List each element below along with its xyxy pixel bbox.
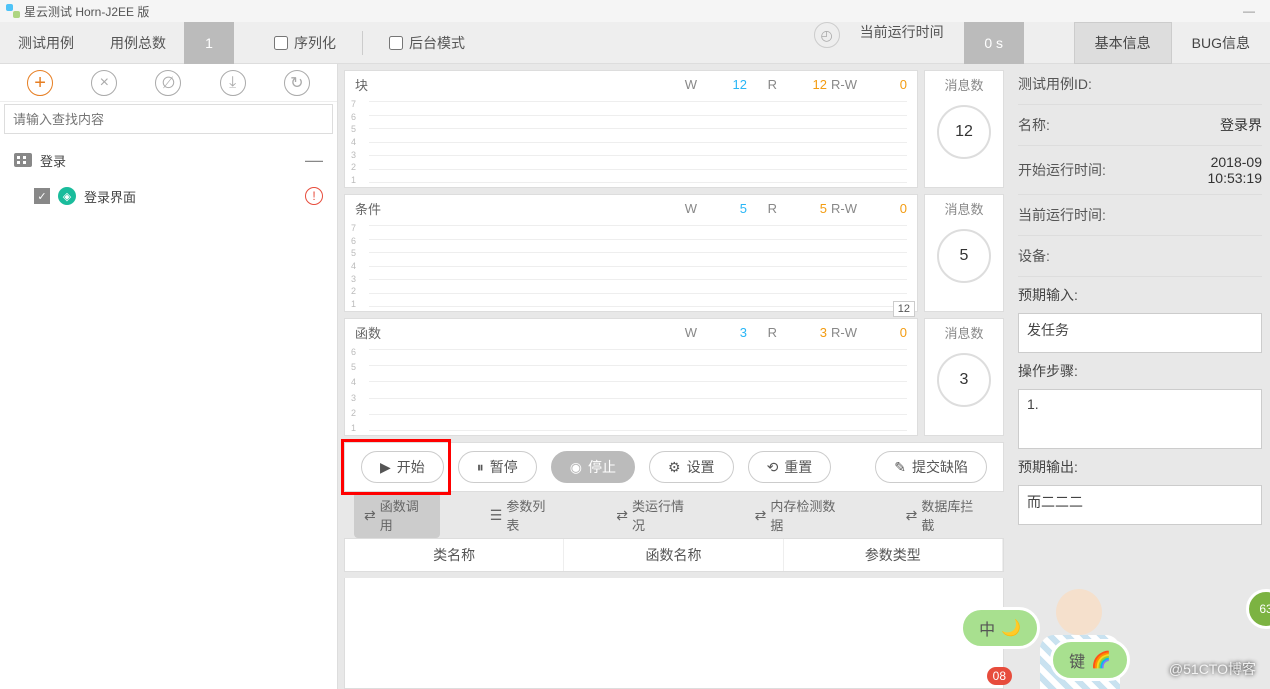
subtab-db[interactable]: ⇄数据库拦截: [896, 492, 994, 538]
titlebar: 星云测试 Horn-J2EE 版 —: [0, 0, 1270, 22]
label-testcase-id: 测试用例ID:: [1018, 74, 1262, 94]
metric-function: 函数 W3 R3 R-W0 654321 消息数 3: [344, 318, 1004, 436]
subtabs: ⇄函数调用 ☰参数列表 ⇄类运行情况 ⇄内存检测数据 ⇄数据库拦截: [344, 498, 1004, 532]
tab-bug-info[interactable]: BUG信息: [1172, 22, 1270, 64]
condition-chart: 7654321 12: [345, 221, 917, 311]
col-param-type: 参数类型: [784, 539, 1003, 571]
tree-group[interactable]: 登录 —: [0, 142, 337, 178]
folder-icon: [14, 153, 32, 167]
expected-output-box[interactable]: 而二二二: [1018, 485, 1262, 525]
separator: [362, 31, 363, 55]
subtab-func-call[interactable]: ⇄函数调用: [354, 492, 440, 538]
submit-defect-button[interactable]: ✎提交缺陷: [875, 451, 987, 483]
rainbow-icon: 🌈: [1091, 650, 1111, 670]
tree-item-label: 登录界面: [84, 187, 136, 206]
edit-icon: ✎: [894, 459, 906, 476]
label-expected-output: 预期输出:: [1018, 457, 1262, 477]
control-bar: ▶开始 ⏸暂停 ◉停止 ⚙设置 ⟲重置 ✎提交缺陷: [344, 442, 1004, 492]
refresh-button[interactable]: ↻: [284, 70, 310, 96]
app-logo-icon: [6, 4, 20, 18]
page-icon: ◈: [58, 187, 76, 205]
clock-icon: ◴: [814, 22, 840, 48]
subtab-mem[interactable]: ⇄内存检测数据: [745, 492, 856, 538]
background-checkbox[interactable]: 后台模式: [389, 33, 465, 53]
app-title: 星云测试 Horn-J2EE 版: [24, 3, 149, 20]
search-input-wrapper: [4, 104, 333, 134]
delete-button[interactable]: ×: [91, 70, 117, 96]
play-icon: ▶: [380, 459, 391, 476]
list-icon: ⇄: [906, 507, 918, 524]
total-label: 用例总数: [92, 33, 184, 53]
table-body: [344, 578, 1004, 689]
minimize-icon[interactable]: —: [1234, 4, 1264, 18]
tree-item[interactable]: ✓ ◈ 登录界面 !: [0, 178, 337, 214]
list-icon: ☰: [490, 507, 503, 524]
label-expected-input: 预期输入:: [1018, 285, 1262, 305]
reset-button[interactable]: ⟲重置: [748, 451, 832, 483]
start-button[interactable]: ▶开始: [361, 451, 444, 483]
pause-button[interactable]: ⏸暂停: [458, 451, 537, 483]
ime-bubble[interactable]: 中🌙: [960, 607, 1040, 649]
serialize-checkbox[interactable]: 序列化: [274, 33, 336, 53]
edit-button[interactable]: ∅: [155, 70, 181, 96]
sidebar: + × ∅ ⤓ ↻ 登录 — ✓ ◈ 登录界面 !: [0, 64, 338, 689]
moon-icon: 🌙: [1001, 618, 1021, 638]
msg-count-value: 12: [937, 105, 991, 159]
col-class-name: 类名称: [345, 539, 564, 571]
pause-icon: ⏸: [477, 459, 484, 476]
tree-group-label: 登录: [40, 151, 66, 170]
table-header: 类名称 函数名称 参数类型: [344, 538, 1004, 572]
function-chart: 654321: [345, 345, 917, 435]
watermark: @51CTO博客: [1169, 659, 1256, 679]
checkbox-icon[interactable]: ✓: [34, 188, 50, 204]
testcase-label: 测试用例: [0, 33, 92, 53]
tab-basic-info[interactable]: 基本信息: [1074, 22, 1172, 64]
metric-condition: 条件 W5 R5 R-W0 7654321 12 消息数 5: [344, 194, 1004, 312]
warning-icon: !: [305, 187, 323, 205]
list-icon: ⇄: [364, 507, 376, 524]
runtime-label: 当前运行时间: [840, 22, 964, 63]
tooltip-badge: 12: [893, 301, 915, 317]
settings-button[interactable]: ⚙设置: [649, 451, 734, 483]
label-device: 设备:: [1018, 246, 1262, 266]
testcase-tree: 登录 — ✓ ◈ 登录界面 !: [0, 136, 337, 220]
gear-icon: ⚙: [668, 459, 681, 476]
list-icon: ⇄: [755, 507, 767, 524]
subtab-class-run[interactable]: ⇄类运行情况: [606, 492, 704, 538]
metric-name: 块: [355, 75, 667, 94]
collapse-icon[interactable]: —: [305, 150, 323, 171]
add-button[interactable]: +: [27, 70, 53, 96]
metric-block: 块 W12 R12 R-W0 7654321 消息数 12: [344, 70, 1004, 188]
expected-input-box[interactable]: 发任务: [1018, 313, 1262, 353]
runtime-value: 0 s: [964, 22, 1024, 64]
ime-bubble-2[interactable]: 键🌈: [1050, 639, 1130, 681]
value-name: 登录界: [1220, 115, 1262, 135]
search-input[interactable]: [5, 112, 332, 127]
sidebar-toolbar: + × ∅ ⤓ ↻: [0, 64, 337, 102]
msg-count-label: 消息数: [944, 71, 983, 97]
label-steps: 操作步骤:: [1018, 361, 1262, 381]
topbar: 测试用例 用例总数 1 序列化 后台模式 ◴ 当前运行时间 0 s 基本信息 B…: [0, 22, 1270, 64]
refresh-icon: ⟲: [767, 459, 779, 476]
stop-button[interactable]: ◉停止: [551, 451, 635, 483]
label-start-time: 开始运行时间:: [1018, 160, 1208, 180]
block-chart: 7654321: [345, 97, 917, 187]
total-count: 1: [184, 22, 234, 64]
list-icon: ⇄: [616, 507, 628, 524]
avatar-badge: 08: [987, 667, 1012, 685]
label-name: 名称:: [1018, 115, 1220, 135]
steps-box[interactable]: 1.: [1018, 389, 1262, 449]
label-current-time: 当前运行时间:: [1018, 205, 1262, 225]
import-button[interactable]: ⤓: [220, 70, 246, 96]
stop-icon: ◉: [570, 459, 582, 476]
col-func-name: 函数名称: [564, 539, 783, 571]
subtab-params[interactable]: ☰参数列表: [480, 492, 567, 538]
